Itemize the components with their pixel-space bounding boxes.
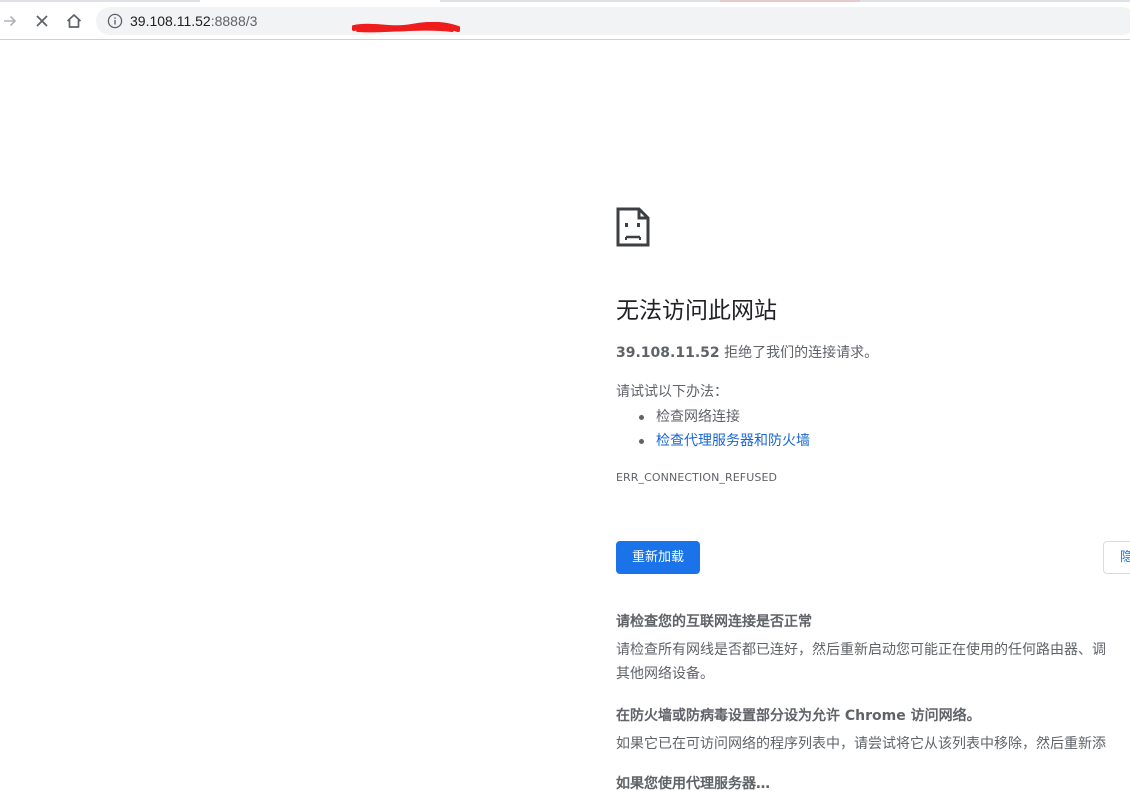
url-path: :8888/3 <box>210 13 258 29</box>
help-body-firewall-line-1: 如果它已在可访问网络的程序列表中，请尝试将它从该列表中移除，然后重新添 <box>616 736 1106 752</box>
url-host: 39.108.11.52 <box>130 13 211 29</box>
help-body-connection-line-2: 其他网络设备。 <box>616 666 714 682</box>
tab-strip-edge <box>720 0 860 2</box>
suggestion-check-network: 检查网络连接 <box>616 405 810 429</box>
error-title: 无法访问此网站 <box>616 298 777 324</box>
close-icon <box>36 15 48 27</box>
suggestion-check-proxy-link[interactable]: 检查代理服务器和防火墙 <box>616 429 810 453</box>
info-icon[interactable] <box>107 13 123 29</box>
forward-button[interactable] <box>0 7 24 35</box>
redaction-mark <box>352 22 460 33</box>
error-summary-host: 39.108.11.52 <box>616 345 720 361</box>
forward-arrow-icon <box>4 15 17 27</box>
tab-strip-edge <box>0 0 200 2</box>
address-bar[interactable]: 39.108.11.52:8888/3 <box>96 7 1130 35</box>
browser-toolbar: 39.108.11.52:8888/3 <box>0 0 1130 40</box>
error-summary: 39.108.11.52 拒绝了我们的连接请求。 <box>616 343 878 363</box>
stop-loading-button[interactable] <box>28 7 56 35</box>
suggestions-list: 检查网络连接 检查代理服务器和防火墙 <box>616 405 810 453</box>
help-heading-connection: 请检查您的互联网连接是否正常 <box>616 614 812 630</box>
help-heading-firewall: 在防火墙或防病毒设置部分设为允许 Chrome 访问网络。 <box>616 708 981 724</box>
details-button[interactable]: 隐 <box>1103 541 1130 574</box>
reload-button[interactable]: 重新加载 <box>616 541 700 574</box>
sad-page-icon <box>616 207 650 247</box>
help-heading-proxy: 如果您使用代理服务器… <box>616 776 770 792</box>
error-code: ERR_CONNECTION_REFUSED <box>616 471 778 484</box>
url-text[interactable]: 39.108.11.52:8888/3 <box>130 12 257 30</box>
home-icon <box>66 14 82 28</box>
suggestions-label: 请试试以下办法： <box>616 384 728 400</box>
error-summary-text: 拒绝了我们的连接请求。 <box>719 345 879 361</box>
home-button[interactable] <box>60 7 88 35</box>
help-body-connection-line-1: 请检查所有网线是否都已连好，然后重新启动您可能正在使用的任何路由器、调 <box>616 642 1106 658</box>
